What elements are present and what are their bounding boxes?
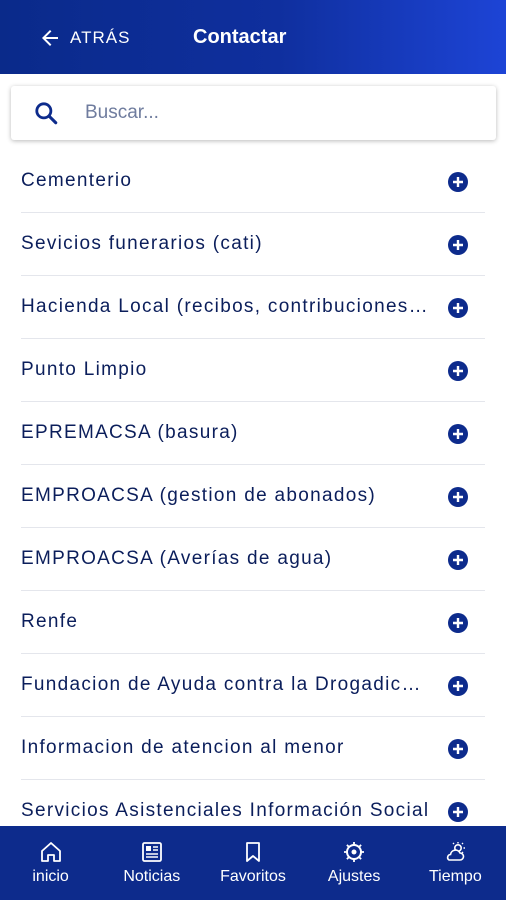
home-icon xyxy=(40,842,61,862)
list-item-label: Fundacion de Ayuda contra la Drogadicció… xyxy=(21,674,431,695)
nav-item-inicio[interactable]: inicio xyxy=(3,840,99,886)
list-item-label: EMPROACSA (gestion de abonados) xyxy=(21,485,377,506)
plus-circle-icon[interactable] xyxy=(448,172,468,192)
plus-circle-icon[interactable] xyxy=(448,487,468,507)
list-item[interactable]: EPREMACSA (basura) xyxy=(21,402,485,465)
list-item[interactable]: Cementerio xyxy=(21,150,485,213)
app-header: ATRÁS Contactar xyxy=(0,0,506,74)
settings-icon xyxy=(344,842,365,862)
list-item-label: Hacienda Local (recibos, contribuciones.… xyxy=(21,296,431,317)
list-item-label: Renfe xyxy=(21,611,79,632)
arrow-left-icon xyxy=(42,30,58,46)
plus-circle-icon[interactable] xyxy=(448,424,468,444)
nav-label: Ajustes xyxy=(327,868,381,885)
list-item-label: EPREMACSA (basura) xyxy=(21,422,239,443)
list-item[interactable]: EMPROACSA (gestion de abonados) xyxy=(21,465,485,528)
list-item[interactable]: Servicios Asistenciales Información Soci… xyxy=(21,780,485,826)
back-button[interactable]: ATRÁS xyxy=(38,24,130,52)
list-item[interactable]: Renfe xyxy=(21,591,485,654)
nav-item-ajustes[interactable]: Ajustes xyxy=(306,840,402,886)
plus-circle-icon[interactable] xyxy=(448,298,468,318)
plus-circle-icon[interactable] xyxy=(448,676,468,696)
bottom-navigation: inicio Noticias Favoritos Ajustes Tiempo xyxy=(0,826,506,900)
list-item-label: Sevicios funerarios (cati) xyxy=(21,233,263,254)
list-item[interactable]: Hacienda Local (recibos, contribuciones.… xyxy=(21,276,485,339)
plus-circle-icon[interactable] xyxy=(448,613,468,633)
list-item[interactable]: Punto Limpio xyxy=(21,339,485,402)
weather-icon xyxy=(447,842,466,861)
plus-circle-icon[interactable] xyxy=(448,739,468,759)
nav-label: Tiempo xyxy=(428,868,482,885)
nav-item-tiempo[interactable]: Tiempo xyxy=(407,840,503,886)
list-item-label: EMPROACSA (Averías de agua) xyxy=(21,548,333,569)
list-item-label: Servicios Asistenciales Información Soci… xyxy=(21,800,430,821)
list-item-label: Informacion de atencion al menor xyxy=(21,737,345,758)
plus-circle-icon[interactable] xyxy=(448,802,468,822)
back-label: ATRÁS xyxy=(70,28,131,47)
list-item[interactable]: Fundacion de Ayuda contra la Drogadicció… xyxy=(21,654,485,717)
search-icon xyxy=(35,102,58,125)
nav-label: inicio xyxy=(32,868,69,885)
bookmark-icon xyxy=(246,842,260,862)
plus-circle-icon[interactable] xyxy=(448,361,468,381)
nav-label: Noticias xyxy=(123,868,181,885)
list-item[interactable]: Informacion de atencion al menor xyxy=(21,717,485,780)
plus-circle-icon[interactable] xyxy=(448,550,468,570)
list-item-label: Punto Limpio xyxy=(21,359,148,380)
list-item[interactable]: EMPROACSA (Averías de agua) xyxy=(21,528,485,591)
list-item[interactable]: Sevicios funerarios (cati) xyxy=(21,213,485,276)
nav-item-favoritos[interactable]: Favoritos xyxy=(205,840,301,886)
newspaper-icon xyxy=(141,842,162,862)
contact-list: Cementerio Sevicios funerarios (cati) Ha… xyxy=(0,150,506,826)
page-title: Contactar xyxy=(193,26,287,48)
list-item-label: Cementerio xyxy=(21,170,133,191)
nav-label: Favoritos xyxy=(220,868,286,885)
nav-item-noticias[interactable]: Noticias xyxy=(104,840,200,886)
search-input[interactable] xyxy=(83,101,467,125)
search-bar xyxy=(11,86,496,140)
plus-circle-icon[interactable] xyxy=(448,235,468,255)
